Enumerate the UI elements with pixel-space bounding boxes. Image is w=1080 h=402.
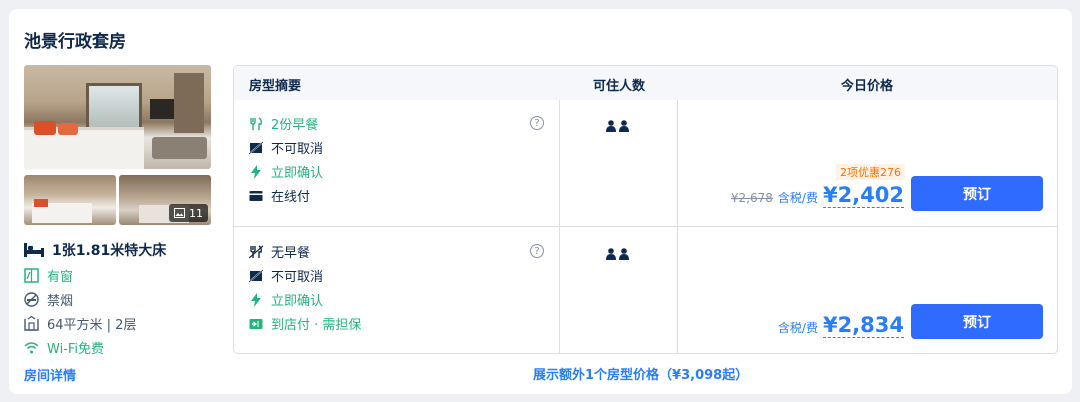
option-pay-at-hotel: 到店付 · 需担保 [249,314,361,333]
feature-window: 有窗 [24,266,73,285]
rate-table-header: 房型摘要 可住人数 今日价格 [234,66,1057,100]
book-button[interactable]: 预订 [911,176,1043,211]
window-icon [24,268,39,283]
room-card: 池景行政套房 11 1张1.81米特大床 有窗 禁烟 64平方米 | 2层 Wi… [9,9,1072,394]
header-room-summary: 房型摘要 [249,79,302,94]
pay-at-hotel-icon [249,318,263,329]
room-photo-thumb[interactable]: 11 [119,175,211,225]
breakfast-icon [250,116,262,130]
room-title: 池景行政套房 [24,32,126,52]
option-no-cancel: 不可取消 [249,266,323,285]
price[interactable]: ¥2,402 [822,183,904,208]
option-instant-confirm: 立即确认 [249,162,323,181]
rate-table: 房型摘要 可住人数 今日价格 2份早餐 不可取消 立即确认 在线付 ? 2项优惠… [233,65,1058,354]
option-no-breakfast: 无早餐 [249,242,310,261]
room-detail-link[interactable]: 房间详情 [24,365,76,384]
no-cancel-icon [249,268,263,283]
no-cancel-icon [249,140,263,155]
occupancy-two-adults [606,248,629,260]
photo-count: 11 [189,206,203,220]
help-icon[interactable]: ? [530,116,544,130]
feature-no-smoking: 禁烟 [24,290,73,309]
original-price: ¥2,678 [730,191,773,205]
room-photo-main[interactable] [24,65,211,169]
rate-row: 无早餐 不可取消 立即确认 到店付 · 需担保 ? 含税/费 ¥2,834 预订 [234,228,1057,353]
book-button[interactable]: 预订 [911,304,1043,339]
room-photo-thumb[interactable] [24,175,116,225]
person-icon [606,248,616,260]
tax-label: 含税/费 [777,321,818,335]
bed-type: 1张1.81米特大床 [24,240,166,260]
person-icon [619,120,629,132]
header-price: 今日价格 [841,79,894,94]
no-breakfast-icon [249,244,263,258]
help-icon[interactable]: ? [530,244,544,258]
header-occupancy: 可住人数 [593,79,646,94]
price-line: ¥2,678 含税/费 ¥2,402 [731,183,904,208]
person-icon [619,248,629,260]
feature-wifi: Wi-Fi免费 [24,338,104,357]
feature-area: 64平方米 | 2层 [24,314,136,333]
person-icon [606,120,616,132]
rate-row: 2份早餐 不可取消 立即确认 在线付 ? 2项优惠276 ¥2,678 含税/费… [234,100,1057,227]
occupancy-two-adults [606,120,629,132]
price-line: 含税/费 ¥2,834 [778,313,904,338]
show-more-rates-link[interactable]: 展示额外1个房型价格（¥3,098起） [533,364,748,383]
option-breakfast: 2份早餐 [249,114,318,133]
price[interactable]: ¥2,834 [822,313,904,338]
image-icon [174,208,185,218]
area-icon [24,316,39,331]
bed-type-label: 1张1.81米特大床 [52,243,167,259]
discount-badge[interactable]: 2项优惠276 [836,164,905,180]
instant-confirm-icon [251,164,261,179]
card-icon [249,190,263,201]
tax-label: 含税/费 [777,191,818,205]
wifi-icon [24,342,39,354]
option-online-pay: 在线付 [249,186,310,205]
instant-confirm-icon [251,292,261,307]
bed-icon [24,243,44,257]
option-no-cancel: 不可取消 [249,138,323,157]
option-instant-confirm: 立即确认 [249,290,323,309]
photo-count-badge[interactable]: 11 [169,204,208,222]
no-smoking-icon [24,292,39,307]
